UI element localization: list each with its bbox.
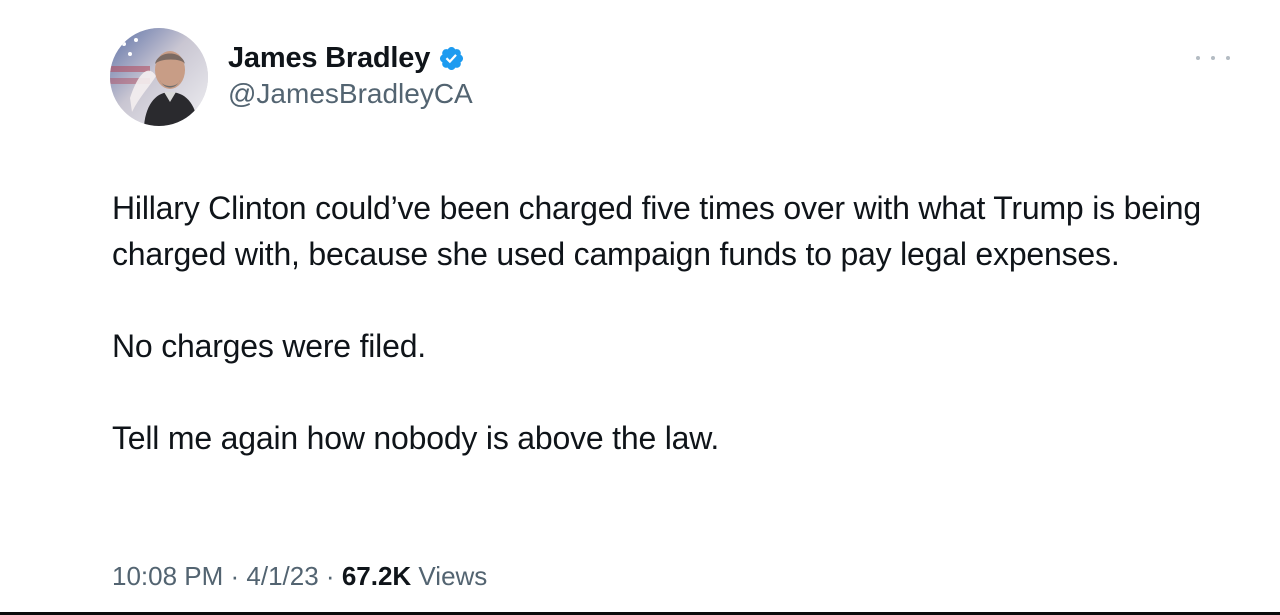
tweet-time[interactable]: 10:08 PM [112,561,223,591]
more-dot [1226,56,1230,60]
tweet-card: James Bradley @JamesBradleyCA Hillary Cl… [0,0,1280,615]
tweet-paragraph: Hillary Clinton could’ve been charged fi… [112,190,1201,272]
meta-separator: · [318,561,342,591]
tweet-date[interactable]: 4/1/23 [246,561,318,591]
more-dot [1211,56,1215,60]
tweet-paragraph: Tell me again how nobody is above the la… [112,420,720,456]
author-avatar[interactable] [110,28,208,126]
verified-badge-icon [438,45,465,72]
author-name-row: James Bradley [228,40,465,76]
tweet-metadata: 10:08 PM · 4/1/23 · 67.2K Views [112,561,487,592]
views-label: Views [411,561,488,591]
author-handle[interactable]: @JamesBradleyCA [228,78,473,110]
views-count[interactable]: 67.2K [342,561,411,591]
more-options-icon[interactable] [1196,48,1230,68]
more-dot [1196,56,1200,60]
meta-separator: · [223,561,247,591]
tweet-paragraph: No charges were filed. [112,328,426,364]
tweet-text: Hillary Clinton could’ve been charged fi… [112,185,1222,461]
avatar-image [110,28,208,126]
author-display-name[interactable]: James Bradley [228,42,430,75]
